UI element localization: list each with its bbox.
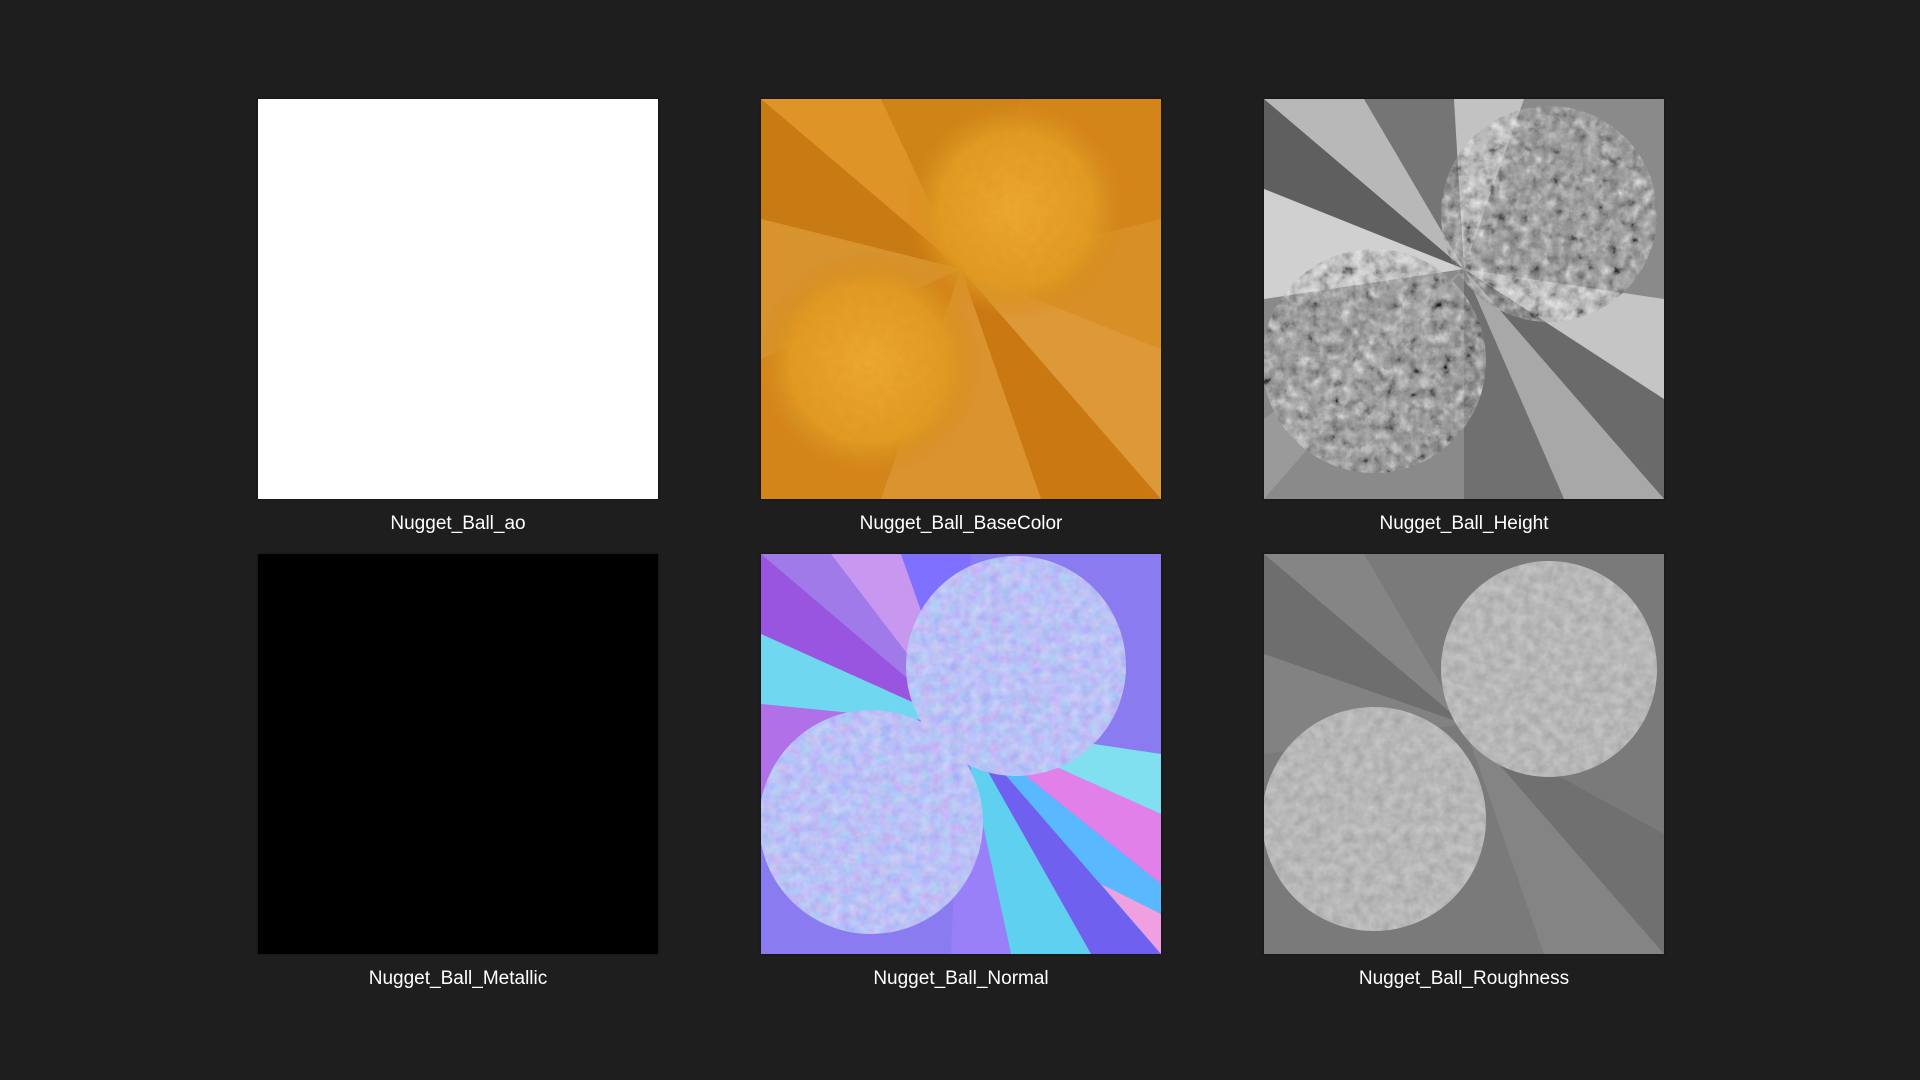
file-tile-metallic[interactable]: Nugget_Ball_Metallic: [258, 554, 658, 1009]
basecolor-map-thumbnail[interactable]: [761, 99, 1161, 499]
metallic-map-thumbnail[interactable]: [258, 554, 658, 954]
file-tile-height[interactable]: Nugget_Ball_Height: [1264, 99, 1664, 554]
file-name-label: Nugget_Ball_Metallic: [368, 968, 548, 989]
file-tile-roughness[interactable]: Nugget_Ball_Roughness: [1264, 554, 1664, 1009]
file-tile-normal[interactable]: Nugget_Ball_Normal: [761, 554, 1161, 1009]
height-map-thumbnail[interactable]: [1264, 99, 1664, 499]
file-name-label: Nugget_Ball_Height: [1379, 513, 1549, 534]
file-tile-ao[interactable]: Nugget_Ball_ao: [258, 99, 658, 554]
file-tile-basecolor[interactable]: Nugget_Ball_BaseColor: [761, 99, 1161, 554]
file-grid: Nugget_Ball_ao Nugget_Ball_BaseColor Nug…: [258, 99, 1664, 1009]
file-name-label: Nugget_Ball_BaseColor: [859, 513, 1063, 534]
roughness-map-thumbnail[interactable]: [1264, 554, 1664, 954]
ao-map-thumbnail[interactable]: [258, 99, 658, 499]
file-name-label: Nugget_Ball_Roughness: [1358, 968, 1570, 989]
normal-map-thumbnail[interactable]: [761, 554, 1161, 954]
file-name-label: Nugget_Ball_ao: [390, 513, 526, 534]
file-name-label: Nugget_Ball_Normal: [873, 968, 1049, 989]
